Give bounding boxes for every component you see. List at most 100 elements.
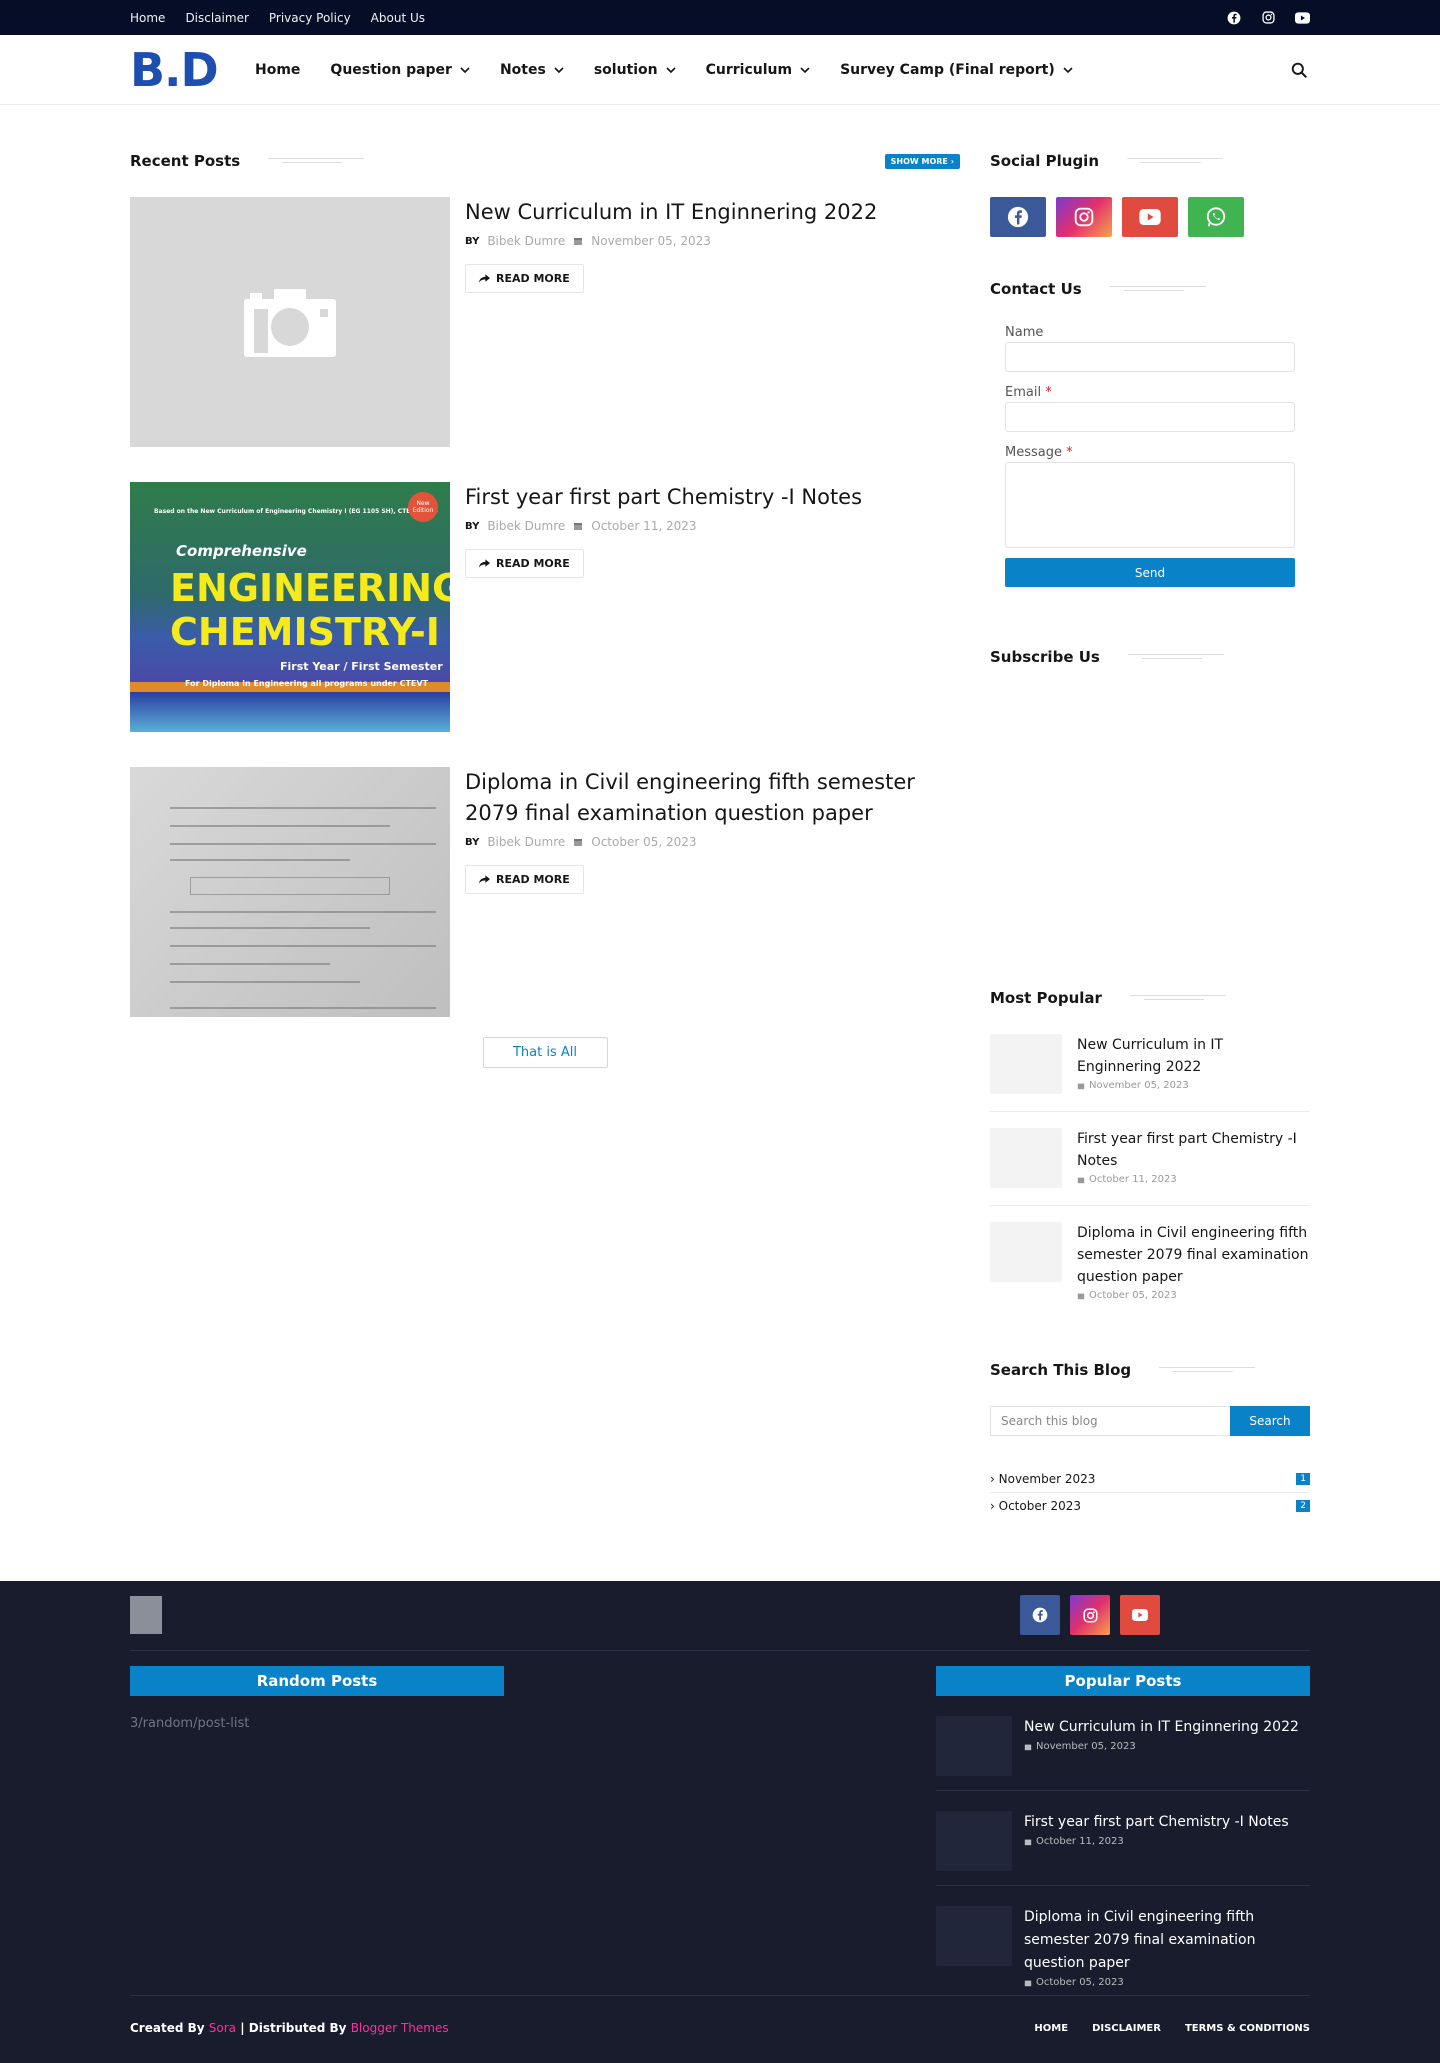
- footer-popular-date: October 11, 2023: [1036, 1836, 1124, 1847]
- post-title[interactable]: New Curriculum in IT Enginnering 2022: [465, 197, 960, 228]
- footer-popular-date: October 05, 2023: [1036, 1977, 1124, 1988]
- send-button[interactable]: Send: [1005, 558, 1295, 587]
- archive-item[interactable]: › November 2023 1: [990, 1466, 1310, 1493]
- popular-thumbnail[interactable]: [990, 1128, 1062, 1188]
- footer-popular-post-title[interactable]: Diploma in Civil engineering fifth semes…: [1024, 1906, 1310, 1975]
- search-icon[interactable]: [1288, 59, 1310, 81]
- that-is-all-button[interactable]: That is All: [482, 1037, 608, 1068]
- title-decoration: [1109, 286, 1206, 292]
- footer-link-terms[interactable]: TERMS & CONDITIONS: [1185, 2023, 1310, 2034]
- message-label: Message *: [1005, 445, 1295, 460]
- paper-text-line: [170, 843, 436, 845]
- popular-thumbnail[interactable]: [990, 1034, 1062, 1094]
- title-decoration: [1159, 1367, 1256, 1373]
- instagram-icon[interactable]: [1056, 197, 1112, 237]
- read-more-button[interactable]: READ MORE: [465, 865, 584, 894]
- facebook-icon[interactable]: [990, 197, 1046, 237]
- post-author[interactable]: Bibek Dumre: [487, 234, 565, 248]
- facebook-icon[interactable]: [1020, 1595, 1060, 1635]
- footer-link-home[interactable]: HOME: [1034, 2023, 1068, 2034]
- book-cover-title-line1: ENGINEERING: [170, 566, 450, 610]
- credit-blogger-themes-link[interactable]: Blogger Themes: [351, 2021, 449, 2035]
- search-input[interactable]: Search this blog: [990, 1406, 1230, 1436]
- post-title[interactable]: Diploma in Civil engineering fifth semes…: [465, 767, 960, 829]
- nav-question-paper-label: Question paper: [330, 62, 452, 78]
- credit-created-by: Created By: [130, 2021, 205, 2035]
- chevron-down-icon: [666, 67, 676, 74]
- post-meta: BY Bibek Dumre November 05, 2023: [465, 234, 960, 248]
- whatsapp-icon[interactable]: [1188, 197, 1244, 237]
- nav-survey-camp[interactable]: Survey Camp (Final report): [840, 62, 1073, 78]
- email-field[interactable]: [1005, 402, 1295, 432]
- popular-date: October 05, 2023: [1089, 1290, 1177, 1301]
- footer-popular-item: New Curriculum in IT Enginnering 2022 No…: [936, 1696, 1310, 1791]
- nav-home[interactable]: Home: [255, 62, 300, 78]
- popular-title[interactable]: First year first part Chemistry -I Notes: [1077, 1128, 1310, 1172]
- footer-popular-thumbnail[interactable]: [936, 1906, 1012, 1966]
- footer-menu: HOME DISCLAIMER TERMS & CONDITIONS: [1034, 2023, 1310, 2034]
- post-thumbnail[interactable]: [130, 197, 450, 447]
- archive-label: › November 2023: [990, 1472, 1096, 1486]
- chevron-down-icon: [800, 67, 810, 74]
- footer-popular-post-title[interactable]: First year first part Chemistry -I Notes: [1024, 1811, 1289, 1834]
- nav-question-paper[interactable]: Question paper: [330, 62, 470, 78]
- youtube-icon[interactable]: [1294, 10, 1310, 26]
- read-more-button[interactable]: READ MORE: [465, 549, 584, 578]
- popular-thumbnail[interactable]: [990, 1222, 1062, 1282]
- email-label-text: Email: [1005, 385, 1042, 400]
- show-more-button[interactable]: SHOW MORE ›: [884, 153, 960, 169]
- nav-solution[interactable]: solution: [594, 62, 676, 78]
- popular-title[interactable]: Diploma in Civil engineering fifth semes…: [1077, 1222, 1310, 1288]
- post-thumbnail[interactable]: [130, 767, 450, 1017]
- paper-text-line: [170, 945, 436, 947]
- facebook-icon[interactable]: [1226, 10, 1242, 26]
- popular-date: October 11, 2023: [1089, 1174, 1177, 1185]
- post-thumbnail[interactable]: Based on the New Curriculum of Engineeri…: [130, 482, 450, 732]
- instagram-icon[interactable]: [1070, 1595, 1110, 1635]
- message-field[interactable]: [1005, 462, 1295, 548]
- post-author[interactable]: Bibek Dumre: [487, 519, 565, 533]
- youtube-icon[interactable]: [1122, 197, 1178, 237]
- book-cover-comprehensive: Comprehensive: [176, 542, 307, 560]
- chevron-down-icon: [1063, 67, 1073, 74]
- footer-popular-date: November 05, 2023: [1036, 1741, 1136, 1752]
- search-blog-title: Search This Blog: [990, 1361, 1132, 1379]
- footer-popular-meta: October 11, 2023: [1024, 1836, 1289, 1847]
- post-meta: BY Bibek Dumre October 05, 2023: [465, 835, 960, 849]
- search-button[interactable]: Search: [1230, 1406, 1310, 1436]
- archive-item[interactable]: › October 2023 2: [990, 1493, 1310, 1519]
- calendar-icon: [1077, 1177, 1085, 1183]
- footer-popular-thumbnail[interactable]: [936, 1716, 1012, 1776]
- credit-sora-link[interactable]: Sora: [209, 2021, 236, 2035]
- share-arrow-icon: [479, 558, 490, 568]
- random-posts-widget: Random Posts 3/random/post-list: [130, 1666, 504, 1995]
- nav-curriculum[interactable]: Curriculum: [706, 62, 810, 78]
- camera-icon: [244, 289, 336, 357]
- paper-text-line: [170, 825, 390, 827]
- popular-title[interactable]: New Curriculum in IT Enginnering 2022: [1077, 1034, 1310, 1078]
- footer-logo[interactable]: [130, 1596, 162, 1634]
- instagram-icon[interactable]: [1260, 10, 1276, 26]
- nav-notes[interactable]: Notes: [500, 62, 564, 78]
- post-item: Based on the New Curriculum of Engineeri…: [130, 482, 960, 732]
- name-label-text: Name: [1005, 325, 1044, 340]
- read-more-label: READ MORE: [496, 873, 570, 886]
- popular-meta: November 05, 2023: [1077, 1080, 1310, 1091]
- name-field[interactable]: [1005, 342, 1295, 372]
- top-link-about-us[interactable]: About Us: [371, 11, 425, 25]
- top-link-home[interactable]: Home: [130, 11, 165, 25]
- site-logo[interactable]: B.D: [130, 43, 255, 97]
- post-date: October 05, 2023: [591, 835, 697, 849]
- footer-popular-thumbnail[interactable]: [936, 1811, 1012, 1871]
- popular-meta: October 11, 2023: [1077, 1174, 1310, 1185]
- top-link-disclaimer[interactable]: Disclaimer: [185, 11, 248, 25]
- post-title[interactable]: First year first part Chemistry -I Notes: [465, 482, 960, 513]
- read-more-button[interactable]: READ MORE: [465, 264, 584, 293]
- footer-link-disclaimer[interactable]: DISCLAIMER: [1092, 2023, 1161, 2034]
- top-link-privacy-policy[interactable]: Privacy Policy: [269, 11, 351, 25]
- post-author[interactable]: Bibek Dumre: [487, 835, 565, 849]
- share-arrow-icon: [479, 874, 490, 884]
- footer-popular-post-title[interactable]: New Curriculum in IT Enginnering 2022: [1024, 1716, 1299, 1739]
- youtube-icon[interactable]: [1120, 1595, 1160, 1635]
- archive-count: 1: [1296, 1473, 1310, 1485]
